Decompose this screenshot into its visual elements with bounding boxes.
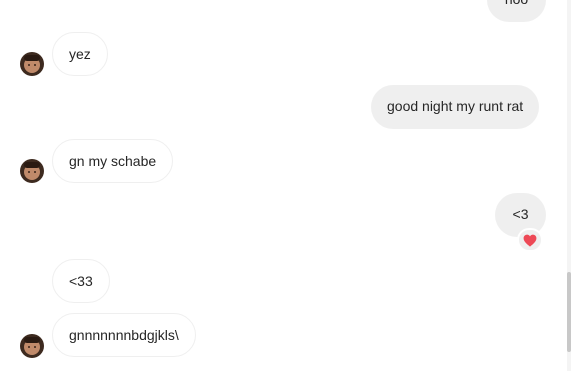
message-text: gnnnnnnnbdgjkls\	[69, 327, 179, 343]
scrollbar-thumb[interactable]	[567, 272, 571, 352]
heart-icon	[523, 234, 537, 247]
message-text: <3	[512, 206, 529, 222]
avatar[interactable]	[20, 159, 44, 183]
chat-thread[interactable]: noo yez good night my runt rat gn my sch…	[0, 0, 571, 371]
message-text: <33	[69, 273, 93, 289]
avatar[interactable]	[20, 52, 44, 76]
avatar-photo	[20, 159, 44, 183]
message-outgoing[interactable]: noo	[487, 0, 546, 22]
message-incoming[interactable]: yez	[52, 32, 108, 76]
message-incoming[interactable]: gnnnnnnnbdgjkls\	[52, 313, 196, 357]
avatar[interactable]	[20, 334, 44, 358]
reaction-badge[interactable]	[517, 228, 543, 252]
avatar-photo	[20, 334, 44, 358]
message-incoming[interactable]: gn my schabe	[52, 139, 174, 183]
message-text: gn my schabe	[69, 153, 157, 169]
avatar-photo	[20, 52, 44, 76]
message-text: noo	[505, 0, 528, 7]
message-text: good night my runt rat	[387, 98, 524, 114]
message-outgoing[interactable]: good night my runt rat	[371, 85, 540, 129]
message-text: yez	[69, 46, 91, 62]
message-incoming[interactable]: <33	[52, 259, 110, 303]
